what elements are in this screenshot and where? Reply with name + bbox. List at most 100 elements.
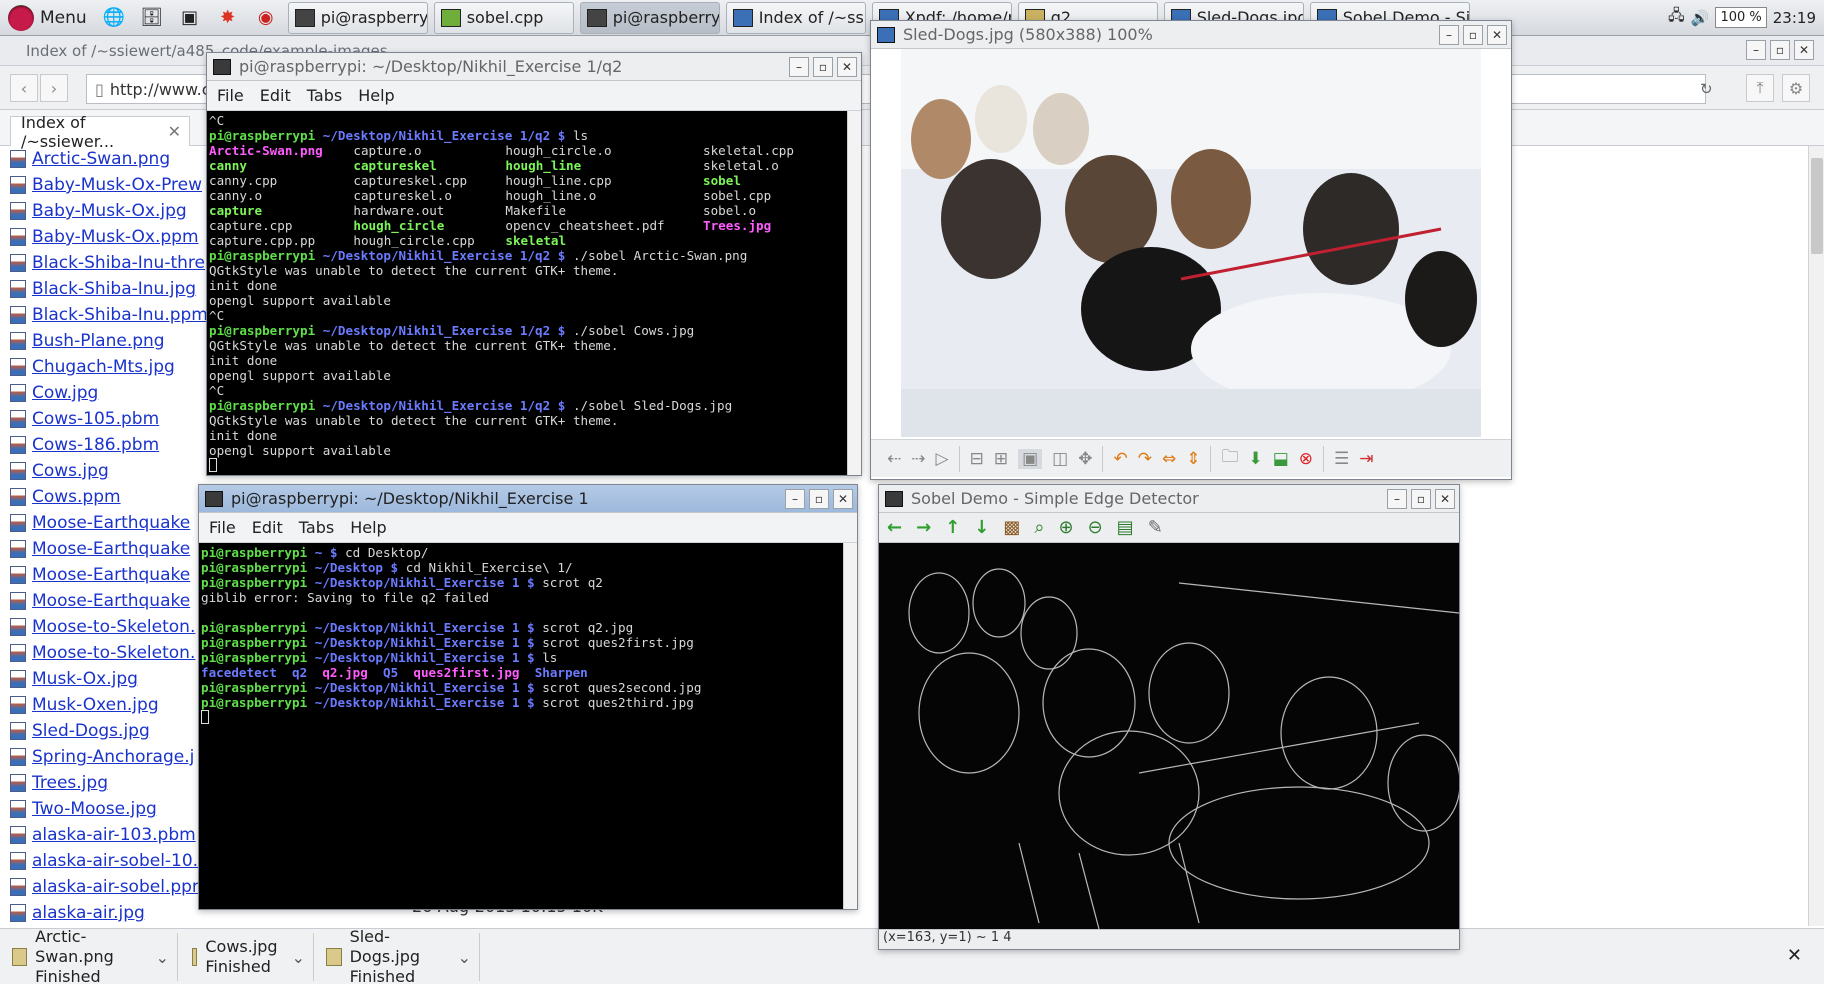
wolfram-launcher-icon[interactable]: ◉ (251, 4, 281, 32)
file-link[interactable]: Moose-to-Skeleton. (10, 614, 200, 640)
rotate-right-icon[interactable]: ↷ (1138, 449, 1152, 469)
browser-launcher-icon[interactable]: 🌐 (99, 4, 129, 32)
close-button[interactable]: ✕ (833, 488, 853, 509)
zoom-in-icon[interactable]: ⊞ (994, 449, 1008, 469)
delete-icon[interactable]: ⊗ (1299, 449, 1313, 469)
file-link[interactable]: Baby-Musk-Ox.ppm (10, 224, 200, 250)
zoom-in-icon[interactable]: ⊕ (1058, 517, 1073, 538)
file-link[interactable]: Moose-Earthquake (10, 562, 200, 588)
menu-file[interactable]: File (209, 518, 236, 537)
file-link[interactable]: Moose-to-Skeleton. (10, 640, 200, 666)
file-manager-launcher-icon[interactable]: 🗄 (137, 4, 167, 32)
file-link[interactable]: alaska-air-sobel.ppr (10, 874, 200, 900)
zoom-fit-icon[interactable]: ▣ (1018, 448, 1043, 469)
zoom-original-icon[interactable]: ◫ (1052, 449, 1068, 469)
browser-tab[interactable]: Index of /~ssiewer... ✕ (10, 113, 190, 151)
bookmark-button[interactable]: ⤒ (1746, 74, 1774, 102)
file-link[interactable]: Cow.jpg (10, 380, 200, 406)
terminal-output[interactable]: pi@raspberrypi ~ $ cd Desktop/pi@raspber… (199, 543, 857, 909)
menu-help[interactable]: Help (358, 86, 394, 105)
file-link[interactable]: Black-Shiba-Inu.jpg (10, 276, 200, 302)
minimize-button[interactable]: – (789, 56, 809, 77)
scrollbar-thumb[interactable] (1811, 158, 1823, 254)
file-link[interactable]: Sled-Dogs.jpg (10, 718, 200, 744)
file-link[interactable]: Musk-Ox.jpg (10, 666, 200, 692)
file-link[interactable]: Spring-Anchorage.j (10, 744, 200, 770)
task-sobel-cpp[interactable]: sobel.cpp (433, 1, 574, 34)
chevron-down-icon[interactable]: ⌄ (156, 948, 169, 967)
chevron-down-icon[interactable]: ⌄ (292, 948, 305, 967)
forward-button[interactable]: › (40, 74, 68, 102)
terminal-scrollbar[interactable] (847, 111, 861, 475)
zoom-out-icon[interactable]: ⊖ (1088, 517, 1103, 538)
menu-tabs[interactable]: Tabs (299, 518, 334, 537)
reload-icon[interactable]: ↻ (1700, 80, 1713, 98)
menu-edit[interactable]: Edit (260, 86, 291, 105)
file-link[interactable]: Bush-Plane.png (10, 328, 200, 354)
pan-left-icon[interactable]: ← (887, 517, 902, 538)
mathematica-launcher-icon[interactable]: ✸ (213, 4, 243, 32)
browser-scrollbar[interactable] (1808, 146, 1824, 926)
close-button[interactable]: ✕ (1487, 24, 1507, 45)
file-link[interactable]: Black-Shiba-Inu.ppm (10, 302, 208, 328)
file-link[interactable]: Chugach-Mts.jpg (10, 354, 200, 380)
menu-file[interactable]: File (217, 86, 244, 105)
minimize-button[interactable]: – (785, 488, 805, 509)
file-link[interactable]: alaska-air-103.pbm (10, 822, 200, 848)
settings-button[interactable]: ⚙ (1782, 74, 1810, 102)
pan-up-icon[interactable]: ↑ (945, 517, 960, 538)
properties-icon[interactable]: ✎ (1148, 517, 1163, 538)
menu-tabs[interactable]: Tabs (307, 86, 342, 105)
file-link[interactable]: Two-Moose.jpg (10, 796, 200, 822)
back-button[interactable]: ‹ (10, 74, 38, 102)
download-item[interactable]: Cows.jpg Finished ⌄ (184, 933, 314, 981)
chevron-down-icon[interactable]: ⌄ (458, 948, 471, 967)
file-link[interactable]: Moose-Earthquake (10, 588, 200, 614)
file-link[interactable]: Trees.jpg (10, 770, 200, 796)
next-image-icon[interactable]: ⇢ (911, 449, 925, 469)
close-downloads-icon[interactable]: ✕ (1787, 945, 1802, 966)
file-link[interactable]: Baby-Musk-Ox-Prew (10, 172, 202, 198)
terminal-launcher-icon[interactable]: ▣ (175, 4, 205, 32)
open-file-icon[interactable]: 🗀 (1221, 444, 1238, 473)
maximize-button[interactable]: ▫ (1463, 24, 1483, 45)
network-icon[interactable]: 🖧 (1668, 5, 1685, 30)
save-as-icon[interactable]: ⬓ (1273, 449, 1289, 469)
menu-help[interactable]: Help (350, 518, 386, 537)
file-link[interactable]: Baby-Musk-Ox.jpg (10, 198, 200, 224)
rotate-left-icon[interactable]: ↶ (1113, 449, 1127, 469)
file-link[interactable]: alaska-air-sobel-10. (10, 848, 200, 874)
flip-horizontal-icon[interactable]: ⇔ (1162, 449, 1176, 469)
volume-icon[interactable]: 🔊 (1691, 9, 1710, 27)
image-icon[interactable]: ▩ (1003, 517, 1020, 538)
tab-close-icon[interactable]: ✕ (168, 122, 181, 141)
file-link[interactable]: Black-Shiba-Inu-thre (10, 250, 205, 276)
file-link[interactable]: Cows.ppm (10, 484, 200, 510)
download-item[interactable]: Arctic-Swan.png Finished ⌄ (4, 927, 178, 986)
download-item[interactable]: Sled-Dogs.jpg Finished ⌄ (318, 927, 480, 986)
exit-icon[interactable]: ⇥ (1359, 449, 1373, 469)
minimize-button[interactable]: – (1387, 488, 1407, 509)
task-terminal-1[interactable]: pi@raspberrypi: ... (287, 1, 428, 34)
file-link[interactable]: Moose-Earthquake (10, 510, 200, 536)
previous-image-icon[interactable]: ⇠ (887, 449, 901, 469)
zoom-region-icon[interactable]: ⌕ (1034, 517, 1044, 538)
save-icon[interactable]: ▤ (1117, 517, 1134, 538)
terminal-scrollbar[interactable] (843, 543, 857, 909)
close-button[interactable]: ✕ (1435, 488, 1455, 509)
close-button[interactable]: ✕ (1794, 40, 1814, 60)
task-terminal-2[interactable]: pi@raspberrypi: ... (579, 1, 720, 34)
minimize-button[interactable]: – (1746, 40, 1766, 60)
pan-right-icon[interactable]: → (916, 517, 931, 538)
fullscreen-icon[interactable]: ✥ (1078, 449, 1092, 469)
file-link[interactable]: Cows.jpg (10, 458, 200, 484)
zoom-out-icon[interactable]: ⊟ (970, 449, 984, 469)
file-link[interactable]: Cows-105.pbm (10, 406, 200, 432)
minimize-button[interactable]: – (1439, 24, 1459, 45)
maximize-button[interactable]: ▫ (813, 56, 833, 77)
slideshow-play-icon[interactable]: ▷ (936, 449, 949, 469)
preferences-icon[interactable]: ☰ (1334, 449, 1349, 469)
file-link[interactable]: Arctic-Swan.png (10, 146, 200, 172)
file-link[interactable]: Cows-186.pbm (10, 432, 200, 458)
flip-vertical-icon[interactable]: ⇕ (1186, 449, 1200, 469)
